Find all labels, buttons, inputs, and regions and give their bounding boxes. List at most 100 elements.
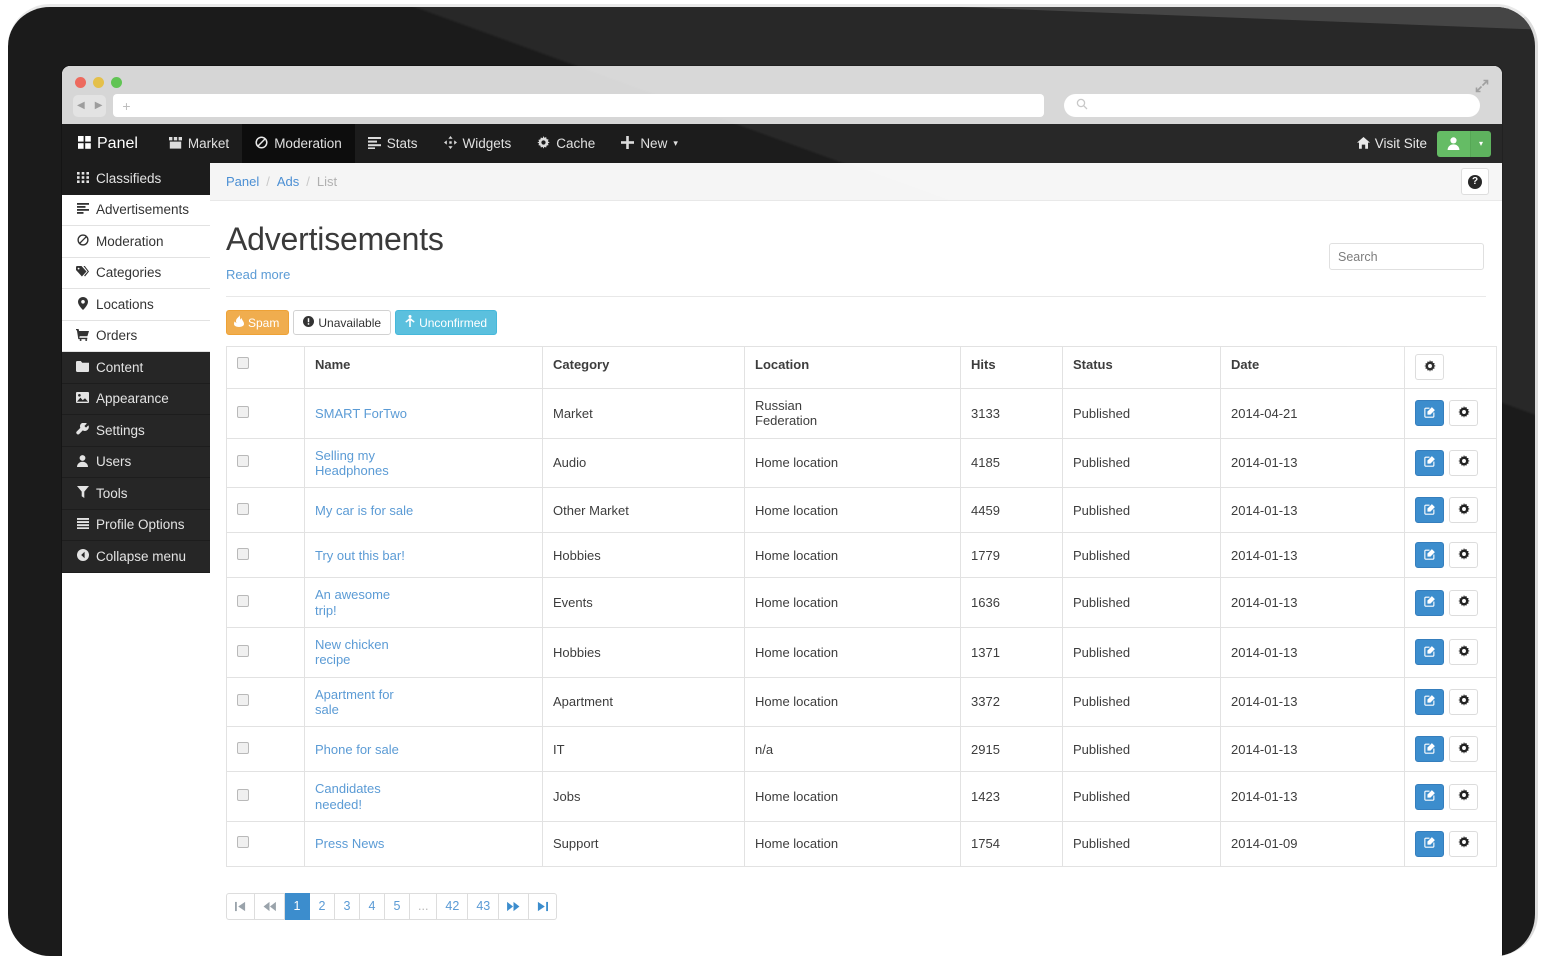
column-header-category[interactable]: Category xyxy=(543,347,745,389)
nav-item-market[interactable]: Market xyxy=(156,124,242,163)
visit-site-link[interactable]: Visit Site xyxy=(1357,136,1427,151)
row-checkbox[interactable] xyxy=(237,455,249,467)
ad-name-link[interactable]: An awesome trip! xyxy=(315,587,532,618)
back-icon[interactable]: ◀ xyxy=(77,101,85,111)
edit-button[interactable] xyxy=(1415,831,1444,857)
edit-button[interactable] xyxy=(1415,590,1444,616)
pagination-control[interactable] xyxy=(499,893,529,920)
select-all-checkbox[interactable] xyxy=(237,357,249,369)
sidebar-item-users[interactable]: Users xyxy=(62,447,210,479)
pagination-control[interactable] xyxy=(529,893,557,920)
ad-name-link[interactable]: Apartment for sale xyxy=(315,687,532,718)
row-settings-button[interactable] xyxy=(1449,784,1478,810)
row-checkbox[interactable] xyxy=(237,789,249,801)
ad-name-link[interactable]: New chicken recipe xyxy=(315,637,532,668)
minimize-window-button[interactable] xyxy=(93,77,104,88)
read-more-link[interactable]: Read more xyxy=(226,267,290,282)
row-checkbox[interactable] xyxy=(237,595,249,607)
ad-name-link[interactable]: Press News xyxy=(315,836,532,851)
column-header-hits[interactable]: Hits xyxy=(961,347,1063,389)
sidebar-item-moderation[interactable]: Moderation xyxy=(62,226,210,258)
pagination-control[interactable] xyxy=(226,893,255,920)
row-checkbox[interactable] xyxy=(237,406,249,418)
row-settings-button[interactable] xyxy=(1449,590,1478,616)
filter-button-unconfirmed[interactable]: Unconfirmed xyxy=(395,310,497,335)
sidebar-item-tools[interactable]: Tools xyxy=(62,478,210,510)
column-header-location[interactable]: Location xyxy=(745,347,961,389)
row-settings-button[interactable] xyxy=(1449,639,1478,665)
pagination-page[interactable]: 2 xyxy=(310,893,335,920)
edit-button[interactable] xyxy=(1415,450,1444,476)
row-checkbox[interactable] xyxy=(237,503,249,515)
edit-button[interactable] xyxy=(1415,497,1444,523)
pagination-page[interactable]: 42 xyxy=(437,893,468,920)
column-header-name[interactable]: Name xyxy=(305,347,543,389)
nav-item-moderation[interactable]: Moderation xyxy=(242,124,355,163)
breadcrumb-item-ads[interactable]: Ads xyxy=(277,174,299,189)
sidebar-item-settings[interactable]: Settings xyxy=(62,415,210,447)
ad-name-link[interactable]: Selling my Headphones xyxy=(315,448,532,479)
sidebar-item-locations[interactable]: Locations xyxy=(62,289,210,321)
close-window-button[interactable] xyxy=(75,77,86,88)
user-icon[interactable] xyxy=(1437,131,1470,157)
breadcrumb-item-panel[interactable]: Panel xyxy=(226,174,259,189)
row-checkbox[interactable] xyxy=(237,645,249,657)
nav-item-widgets[interactable]: Widgets xyxy=(431,124,525,163)
pagination-page[interactable]: 3 xyxy=(335,893,360,920)
row-settings-button[interactable] xyxy=(1449,497,1478,523)
nav-item-cache[interactable]: Cache xyxy=(524,124,608,163)
pagination-ellipsis[interactable]: ... xyxy=(410,893,437,920)
nav-item-stats[interactable]: Stats xyxy=(355,124,431,163)
edit-button[interactable] xyxy=(1415,542,1444,568)
row-settings-button[interactable] xyxy=(1449,400,1478,426)
ad-name-link[interactable]: My car is for sale xyxy=(315,503,532,518)
pagination-page[interactable]: 4 xyxy=(360,893,385,920)
edit-button[interactable] xyxy=(1415,639,1444,665)
sidebar-item-collapse-menu[interactable]: Collapse menu xyxy=(62,541,210,573)
ad-name-link[interactable]: Try out this bar! xyxy=(315,548,532,563)
row-checkbox[interactable] xyxy=(237,742,249,754)
url-bar[interactable]: + xyxy=(113,94,1044,117)
pagination-control[interactable] xyxy=(255,893,285,920)
nav-item-new[interactable]: New ▾ xyxy=(608,124,691,163)
chevron-down-icon[interactable]: ▾ xyxy=(1470,131,1491,157)
row-settings-button[interactable] xyxy=(1449,450,1478,476)
maximize-window-button[interactable] xyxy=(111,77,122,88)
row-settings-button[interactable] xyxy=(1449,542,1478,568)
help-button[interactable]: ? xyxy=(1461,168,1489,195)
sidebar-item-appearance[interactable]: Appearance xyxy=(62,384,210,416)
edit-button[interactable] xyxy=(1415,736,1444,762)
row-checkbox[interactable] xyxy=(237,548,249,560)
filter-button-spam[interactable]: Spam xyxy=(226,310,289,335)
column-header-date[interactable]: Date xyxy=(1221,347,1405,389)
row-settings-button[interactable] xyxy=(1449,736,1478,762)
sidebar-item-orders[interactable]: Orders xyxy=(62,321,210,353)
table-settings-button[interactable] xyxy=(1415,354,1444,380)
ad-name-link[interactable]: Phone for sale xyxy=(315,742,532,757)
sidebar-item-content[interactable]: Content xyxy=(62,352,210,384)
edit-button[interactable] xyxy=(1415,400,1444,426)
sidebar-item-advertisements[interactable]: Advertisements xyxy=(62,195,210,227)
sidebar-item-profile-options[interactable]: Profile Options xyxy=(62,510,210,542)
pagination-page[interactable]: 5 xyxy=(385,893,410,920)
forward-icon[interactable]: ▶ xyxy=(95,101,103,111)
ad-name-link[interactable]: Candidates needed! xyxy=(315,781,532,812)
user-menu[interactable]: ▾ xyxy=(1437,131,1491,157)
ad-name-link[interactable]: SMART ForTwo xyxy=(315,406,532,421)
sidebar-item-categories[interactable]: Categories xyxy=(62,258,210,290)
column-header-status[interactable]: Status xyxy=(1063,347,1221,389)
sidebar-item-classifieds[interactable]: Classifieds xyxy=(62,163,210,195)
nav-brand-panel[interactable]: Panel xyxy=(62,124,156,163)
row-checkbox[interactable] xyxy=(237,694,249,706)
pagination-page[interactable]: 43 xyxy=(468,893,499,920)
browser-search-bar[interactable] xyxy=(1064,94,1480,117)
filter-button-unavailable[interactable]: Unavailable xyxy=(293,310,391,335)
search-input[interactable] xyxy=(1329,243,1484,270)
expand-fullscreen-icon[interactable] xyxy=(1474,78,1490,94)
edit-button[interactable] xyxy=(1415,784,1444,810)
pagination-page[interactable]: 1 xyxy=(285,893,310,920)
row-settings-button[interactable] xyxy=(1449,831,1478,857)
row-checkbox[interactable] xyxy=(237,836,249,848)
edit-button[interactable] xyxy=(1415,689,1444,715)
row-settings-button[interactable] xyxy=(1449,689,1478,715)
